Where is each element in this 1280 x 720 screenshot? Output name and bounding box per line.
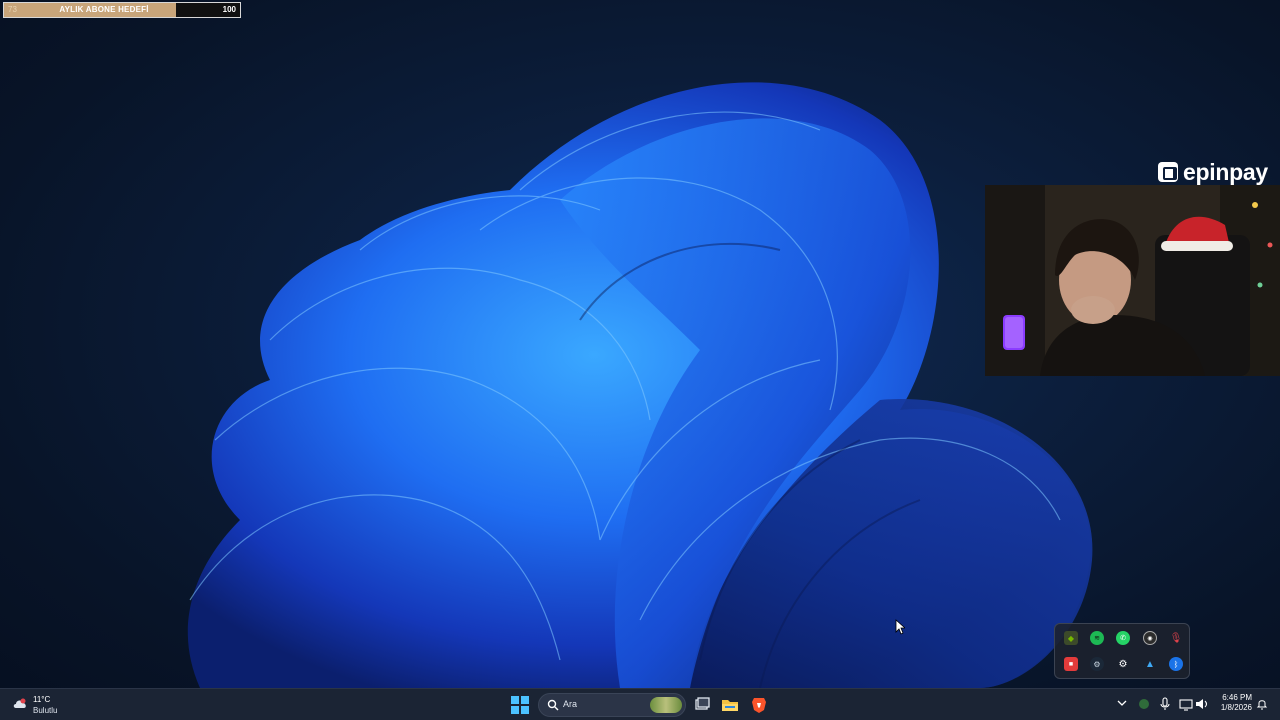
microphone-tray-icon[interactable]	[1158, 697, 1172, 711]
taskbar-search[interactable]: Ara	[538, 693, 686, 717]
steam-icon[interactable]: ⚙	[1090, 657, 1104, 671]
spotify-icon[interactable]: ≋	[1090, 631, 1104, 645]
sponsor-name: epinpay	[1183, 158, 1268, 185]
clock-time: 6:46 PM	[1222, 693, 1252, 702]
clock-date: 1/8/2026	[1220, 703, 1252, 712]
goal-target-count: 100	[222, 5, 236, 14]
warning-icon[interactable]: ▲	[1143, 657, 1157, 671]
xbox-icon[interactable]	[1137, 697, 1151, 711]
file-explorer-icon[interactable]	[721, 696, 739, 714]
chevron-up-icon[interactable]	[1117, 698, 1127, 708]
sponsor-mark-icon	[1158, 162, 1178, 182]
notification-bell-icon[interactable]	[1256, 698, 1268, 710]
obs-icon[interactable]: ◉	[1143, 631, 1157, 645]
tray-overflow-popup: ◆ ≋ ✆ ◉ 🎙 ■ ⚙ ⚙ ▲ ᛒ	[1054, 623, 1190, 679]
weather-condition: Bulutlu	[33, 706, 58, 715]
network-icon[interactable]	[1179, 697, 1193, 711]
sponsor-logo: epinpay	[1158, 158, 1268, 186]
weather-widget[interactable]: 11°C Bulutlu	[12, 693, 72, 717]
red-app-icon[interactable]: ■	[1064, 657, 1078, 671]
taskbar-clock[interactable]: 6:46 PM 1/8/2026	[1208, 693, 1252, 713]
start-button[interactable]	[511, 696, 529, 714]
goal-title: AYLIK ABONE HEDEFİ	[59, 5, 149, 14]
whatsapp-icon[interactable]: ✆	[1116, 631, 1130, 645]
mouse-cursor-icon	[895, 619, 905, 635]
search-icon	[547, 699, 559, 711]
volume-icon[interactable]	[1195, 697, 1209, 711]
search-placeholder: Ara	[563, 699, 578, 709]
settings-icon[interactable]: ⚙	[1116, 657, 1130, 671]
cloud-icon	[13, 698, 26, 708]
webcam-overlay	[985, 185, 1280, 376]
taskbar: 11°C Bulutlu Ara 6:46 PM 1/8/2026	[0, 688, 1280, 720]
nvidia-icon[interactable]: ◆	[1064, 631, 1078, 645]
weather-temperature: 11°C	[33, 695, 51, 704]
microphone-icon[interactable]: 🎙	[1169, 631, 1183, 645]
webcam-image	[985, 185, 1280, 376]
task-view-icon[interactable]	[693, 696, 711, 714]
brave-browser-icon[interactable]	[750, 696, 768, 714]
bluetooth-icon[interactable]: ᛒ	[1169, 657, 1183, 671]
subscriber-goal-bar: 73 AYLIK ABONE HEDEFİ 100	[3, 2, 241, 18]
search-highlight-icon	[650, 697, 682, 713]
